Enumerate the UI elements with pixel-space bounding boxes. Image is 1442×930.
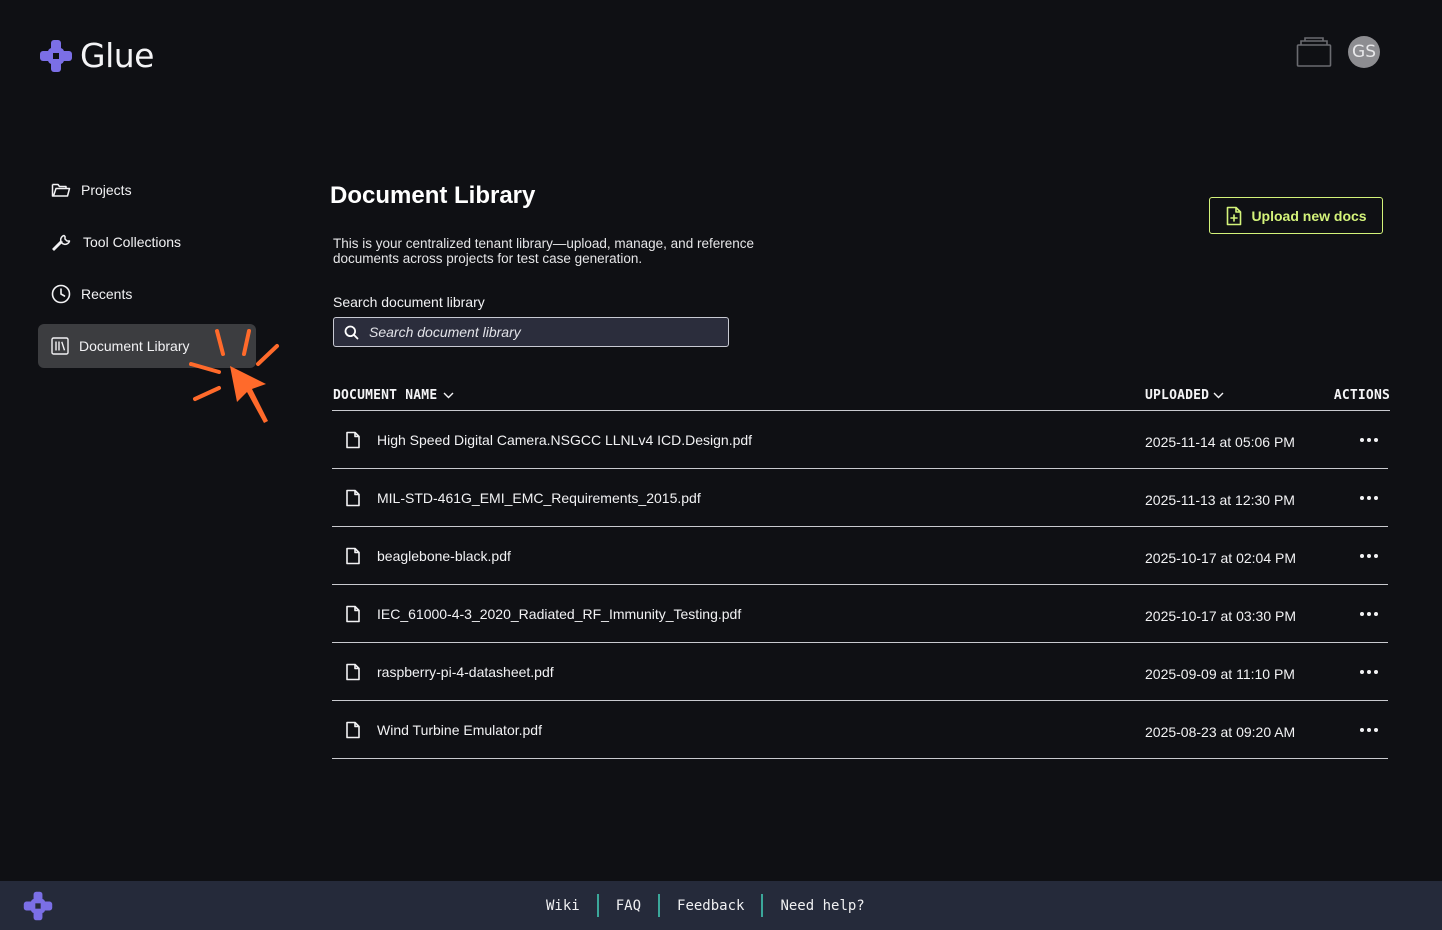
dot (1374, 495, 1378, 500)
dot (1360, 611, 1364, 616)
dot (1367, 553, 1371, 558)
document-icon (346, 663, 360, 680)
app-logo[interactable]: Glue (38, 36, 154, 75)
search-field[interactable] (333, 317, 729, 347)
dot (1360, 553, 1364, 558)
document-icon (346, 721, 360, 738)
document-icon (346, 431, 360, 448)
dot (1360, 437, 1364, 442)
sidebar-item-document-library[interactable]: Document Library (38, 324, 256, 368)
dot (1367, 727, 1371, 732)
sidebar-item-label: Recents (81, 286, 133, 302)
dot (1367, 669, 1371, 674)
clock-icon (51, 284, 71, 304)
search-input[interactable] (369, 324, 709, 340)
upload-date: 2025-11-14 at 05:06 PM (1145, 433, 1295, 450)
page-description: This is your centralized tenant library—… (333, 236, 754, 266)
glue-logo-icon[interactable] (22, 890, 54, 922)
more-actions-button[interactable] (1360, 437, 1378, 442)
inbox-icon[interactable] (1296, 36, 1332, 68)
footer-link-faq[interactable]: FAQ (599, 898, 658, 914)
footer-links: Wiki FAQ Feedback Need help? (529, 881, 882, 930)
document-icon (346, 547, 360, 564)
table-row[interactable]: IEC_61000-4-3_2020_Radiated_RF_Immunity_… (332, 585, 1388, 643)
table-row[interactable]: raspberry-pi-4-datasheet.pdf 2025-09-09 … (332, 643, 1388, 701)
document-name[interactable]: Wind Turbine Emulator.pdf (377, 722, 542, 738)
app-name: Glue (80, 36, 154, 75)
dot (1367, 437, 1371, 442)
sidebar-item-label: Document Library (79, 338, 190, 354)
upload-date: 2025-11-13 at 12:30 PM (1145, 491, 1295, 508)
dot (1374, 727, 1378, 732)
folder-icon (51, 183, 71, 197)
glue-logo-icon (40, 39, 72, 72)
chevron-down-icon (443, 392, 454, 398)
column-header-document-name[interactable]: DOCUMENT NAME (332, 388, 1144, 403)
dot (1360, 727, 1364, 732)
more-actions-button[interactable] (1360, 553, 1378, 558)
dot (1367, 611, 1371, 616)
page-title: Document Library (330, 182, 536, 209)
table-row[interactable]: MIL-STD-461G_EMI_EMC_Requirements_2015.p… (332, 469, 1388, 527)
document-name[interactable]: beaglebone-black.pdf (377, 548, 511, 564)
document-name[interactable]: IEC_61000-4-3_2020_Radiated_RF_Immunity_… (377, 606, 741, 622)
sidebar: Projects Tool Collections Recents Docume… (38, 168, 256, 376)
document-name[interactable]: MIL-STD-461G_EMI_EMC_Requirements_2015.p… (377, 490, 701, 506)
dot (1374, 669, 1378, 674)
dot (1367, 495, 1371, 500)
dot (1374, 437, 1378, 442)
sidebar-item-recents[interactable]: Recents (38, 272, 256, 316)
footer-link-need-help[interactable]: Need help? (763, 898, 881, 914)
footer-link-wiki[interactable]: Wiki (529, 898, 597, 914)
search-label: Search document library (333, 294, 485, 310)
document-icon (346, 605, 360, 622)
column-header-uploaded[interactable]: UPLOADED (1144, 388, 1324, 403)
more-actions-button[interactable] (1360, 611, 1378, 616)
footer: Wiki FAQ Feedback Need help? (0, 881, 1442, 930)
more-actions-button[interactable] (1360, 669, 1378, 674)
table-row[interactable]: High Speed Digital Camera.NSGCC LLNLv4 I… (332, 411, 1388, 469)
sidebar-item-tool-collections[interactable]: Tool Collections (38, 220, 256, 264)
user-avatar[interactable]: GS (1348, 36, 1380, 68)
library-icon (51, 337, 69, 355)
more-actions-button[interactable] (1360, 495, 1378, 500)
table-row[interactable]: beaglebone-black.pdf 2025-10-17 at 02:04… (332, 527, 1388, 585)
document-table: DOCUMENT NAME UPLOADED ACTIONS High Spee… (332, 380, 1390, 759)
column-header-actions: ACTIONS (1333, 387, 1390, 403)
table-row[interactable]: Wind Turbine Emulator.pdf 2025-08-23 at … (332, 701, 1388, 759)
footer-link-feedback[interactable]: Feedback (660, 898, 761, 914)
chevron-down-icon (1213, 392, 1224, 398)
dot (1360, 495, 1364, 500)
search-icon (344, 325, 359, 339)
upload-date: 2025-10-17 at 02:04 PM (1145, 549, 1296, 566)
upload-date: 2025-09-09 at 11:10 PM (1145, 665, 1295, 682)
header-actions: GS (1296, 36, 1380, 68)
document-name[interactable]: High Speed Digital Camera.NSGCC LLNLv4 I… (377, 432, 752, 448)
dot (1374, 611, 1378, 616)
document-icon (346, 489, 360, 506)
dot (1374, 553, 1378, 558)
more-actions-button[interactable] (1360, 727, 1378, 732)
upload-date: 2025-08-23 at 09:20 AM (1145, 723, 1296, 740)
upload-button-label: Upload new docs (1251, 207, 1367, 224)
wrench-icon (52, 234, 71, 251)
dot (1360, 669, 1364, 674)
document-name[interactable]: raspberry-pi-4-datasheet.pdf (377, 664, 554, 680)
sidebar-item-projects[interactable]: Projects (38, 168, 256, 212)
sidebar-item-label: Projects (81, 182, 132, 198)
table-header: DOCUMENT NAME UPLOADED ACTIONS (332, 380, 1390, 411)
upload-date: 2025-10-17 at 03:30 PM (1145, 607, 1296, 624)
upload-new-docs-button[interactable]: Upload new docs (1209, 197, 1383, 234)
file-add-icon (1227, 206, 1242, 225)
sidebar-item-label: Tool Collections (83, 234, 182, 250)
